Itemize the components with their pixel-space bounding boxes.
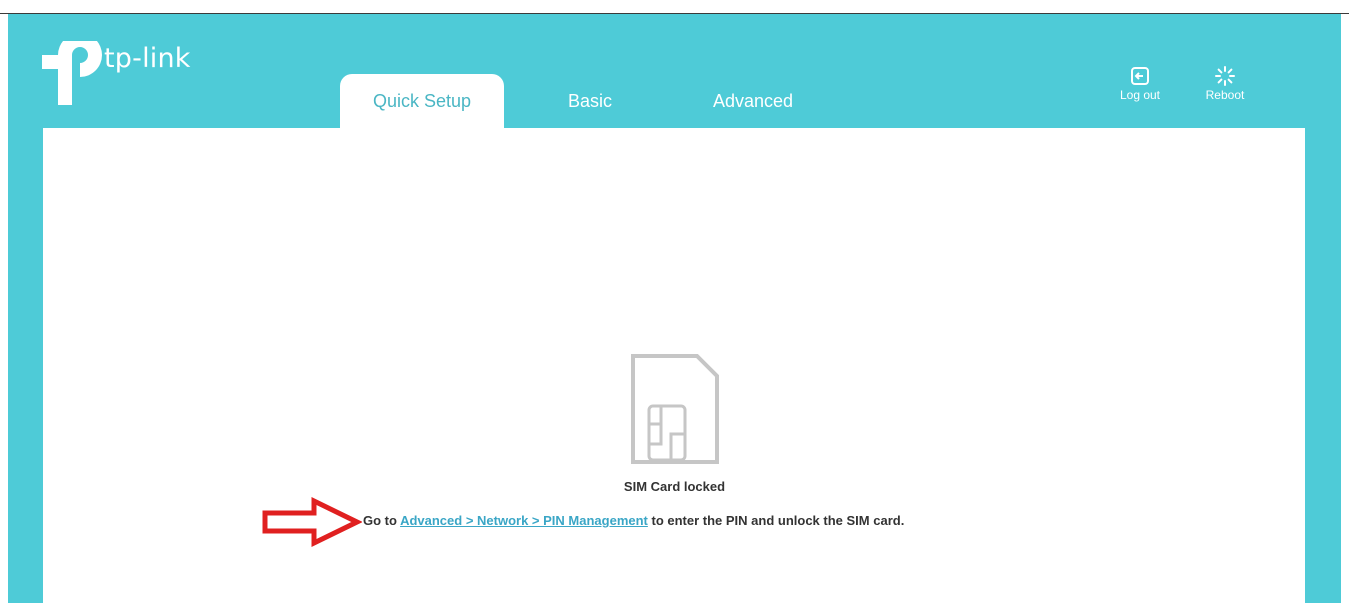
reboot-label: Reboot <box>1205 88 1245 102</box>
browser-top-edge <box>0 0 1349 14</box>
logout-button[interactable]: Log out <box>1110 66 1170 102</box>
tp-link-logo-icon <box>42 41 102 105</box>
logout-icon <box>1131 67 1149 85</box>
tp-link-logo[interactable]: tp-link <box>42 41 191 105</box>
sim-status-text: SIM Card locked <box>623 479 726 494</box>
reboot-button[interactable]: Reboot <box>1195 66 1255 102</box>
reboot-icon <box>1215 66 1235 86</box>
tab-quick-setup[interactable]: Quick Setup <box>340 74 504 128</box>
sim-card-icon <box>631 354 719 464</box>
brand-name: tp-link <box>104 42 191 74</box>
tab-basic[interactable]: Basic <box>548 74 632 128</box>
sim-unlock-instruction: Go to Advanced > Network > PIN Managemen… <box>363 513 904 528</box>
instruction-prefix: Go to <box>363 513 401 528</box>
red-arrow-icon <box>262 497 362 547</box>
instruction-suffix: to enter the PIN and unlock the SIM card… <box>647 513 905 528</box>
pin-management-link[interactable]: Advanced > Network > PIN Management <box>400 513 648 528</box>
logout-label: Log out <box>1119 88 1161 102</box>
tab-advanced[interactable]: Advanced <box>690 74 816 128</box>
